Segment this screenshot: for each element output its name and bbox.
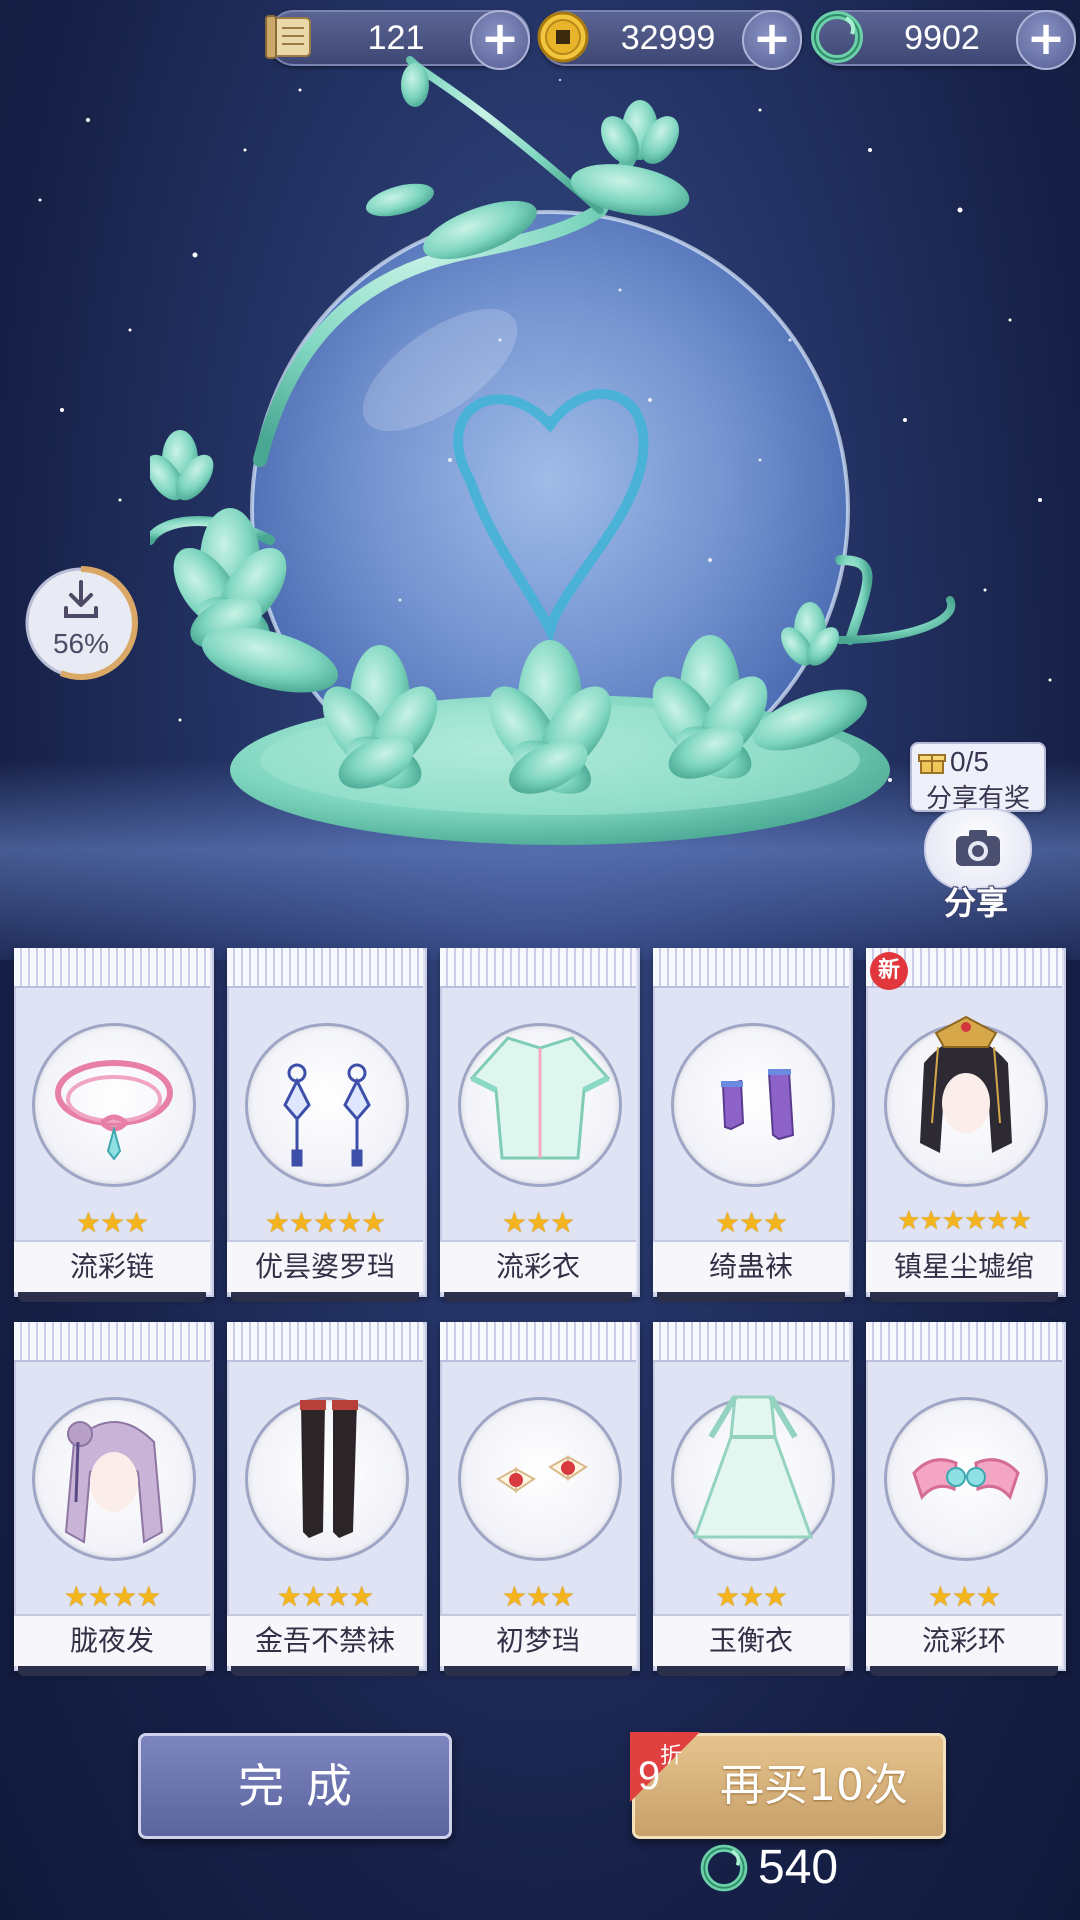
stockings-item-icon [300, 1400, 358, 1538]
rarity-stars: ★★★★★ [264, 1206, 387, 1239]
card-header-stripe [227, 948, 423, 988]
done-button-label: 完成 [238, 1759, 374, 1813]
headpiece-item-icon [920, 1015, 1012, 1153]
buy-cost-value: 540 [758, 1841, 839, 1894]
card-header-stripe [653, 948, 849, 988]
necklace-item-icon [55, 1060, 173, 1161]
card-base [18, 1292, 206, 1302]
rarity-stars: ★★★ [501, 1580, 575, 1613]
item-card[interactable]: ★★★ 玉衡衣 [651, 1322, 853, 1682]
rarity-stars: ★★★★★★ [897, 1206, 1032, 1236]
download-percent: 56% [52, 628, 110, 659]
earrings-item-icon [283, 1063, 371, 1167]
item-name: 流彩衣 [440, 1240, 636, 1292]
jade-dragon-icon [700, 1844, 748, 1892]
card-header-stripe [227, 1322, 423, 1362]
lotus-crystal-ball-artwork [150, 56, 956, 845]
add-jade-button[interactable]: + [1016, 10, 1076, 70]
rarity-stars: ★★★ [714, 1580, 788, 1613]
socks-item-icon [721, 1069, 795, 1141]
rarity-stars: ★★★ [927, 1580, 1001, 1613]
card-base [657, 1292, 845, 1302]
done-button[interactable]: 完成 [138, 1733, 452, 1839]
share-reward-badge[interactable]: 0/5 分享有奖 [910, 742, 1046, 814]
card-base [870, 1292, 1058, 1302]
rarity-stars: ★★★ [75, 1206, 149, 1239]
item-name: 镇星尘墟绾 [866, 1240, 1062, 1292]
card-header-stripe [653, 1322, 849, 1362]
card-header-stripe [440, 1322, 636, 1362]
card-base [18, 1666, 206, 1676]
item-card[interactable]: ★★★★ 金吾不禁袜 [225, 1322, 427, 1682]
item-card[interactable]: ★★★ 初梦珰 [438, 1322, 640, 1682]
share-label: 分享 [943, 884, 1008, 922]
robe-item-icon [469, 1036, 611, 1160]
gift-icon [918, 754, 946, 774]
card-base [444, 1666, 632, 1676]
rarity-stars: ★★★★ [276, 1580, 374, 1613]
item-name: 流彩环 [866, 1614, 1062, 1666]
card-header-stripe [440, 948, 636, 988]
item-name: 初梦珰 [440, 1614, 636, 1666]
gown-item-icon [692, 1395, 814, 1539]
rarity-stars: ★★★★ [63, 1580, 161, 1613]
item-card[interactable]: ★★★★★ 优昙婆罗珰 [225, 948, 427, 1308]
card-base [231, 1666, 419, 1676]
card-header-stripe [866, 1322, 1062, 1362]
item-name: 流彩链 [14, 1240, 210, 1292]
card-base [870, 1666, 1058, 1676]
item-name: 胧夜发 [14, 1614, 210, 1666]
item-card[interactable]: ★★★ 绮蛊袜 [651, 948, 853, 1308]
share-reward-count: 0/5 [950, 746, 989, 777]
card-header-stripe [14, 1322, 210, 1362]
new-badge: 新 [870, 952, 908, 990]
discount-unit: 折 [660, 1744, 683, 1769]
item-card[interactable]: ★★★ 流彩衣 [438, 948, 640, 1308]
buy-again-label: 再买10次 [720, 1760, 908, 1811]
item-card[interactable]: ★★★ 流彩链 [12, 948, 214, 1308]
card-base [657, 1666, 845, 1676]
item-card[interactable]: ★★★ 流彩环 [864, 1322, 1066, 1682]
hairstyle-item-icon [64, 1421, 164, 1544]
item-card[interactable]: ★★★★★★ 镇星尘墟绾 [864, 948, 1066, 1308]
card-header-stripe [14, 948, 210, 988]
camera-icon [956, 830, 1000, 866]
item-name: 玉衡衣 [653, 1614, 849, 1666]
item-card[interactable]: ★★★★ 胧夜发 [12, 1322, 214, 1682]
item-name: 绮蛊袜 [653, 1240, 849, 1292]
discount-number: 9 [638, 1754, 661, 1798]
bow-earrings-item-icon [496, 1455, 588, 1493]
card-base [444, 1292, 632, 1302]
item-name: 金吾不禁袜 [227, 1614, 423, 1666]
item-name: 优昙婆罗珰 [227, 1240, 423, 1292]
rarity-stars: ★★★ [714, 1206, 788, 1239]
discount-badge: 9 折 [630, 1732, 720, 1822]
download-progress[interactable]: 56% [20, 562, 142, 684]
card-base [231, 1292, 419, 1302]
rarity-stars: ★★★ [501, 1206, 575, 1239]
download-icon [64, 580, 98, 618]
bracelets-item-icon [912, 1458, 1020, 1500]
